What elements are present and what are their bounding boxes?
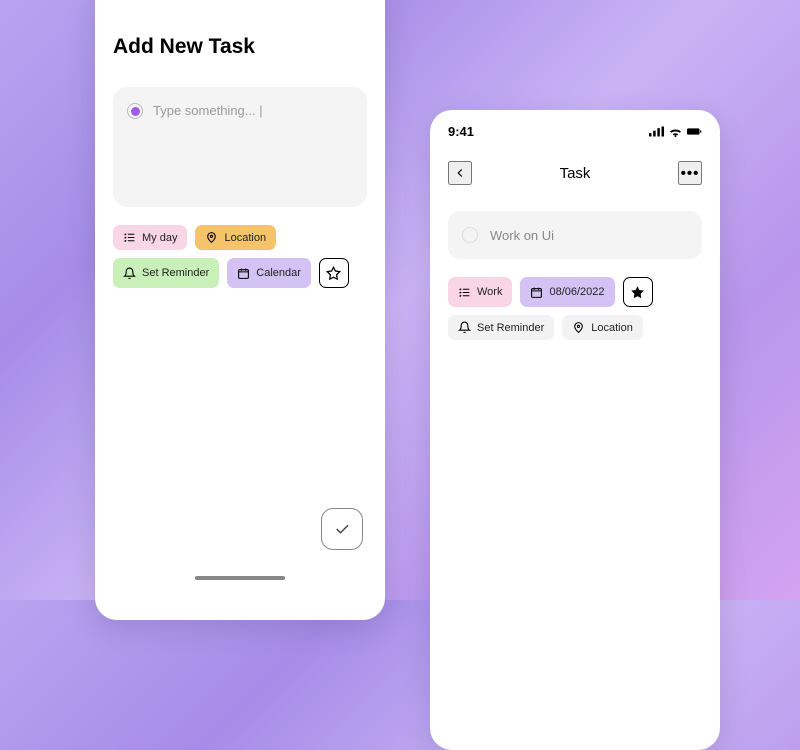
home-indicator xyxy=(195,576,285,580)
date-chip[interactable]: 08/06/2022 xyxy=(520,277,614,307)
bell-icon xyxy=(123,267,136,280)
chip-row-1b: Work 08/06/2022 xyxy=(448,277,702,307)
star-button[interactable] xyxy=(319,258,349,288)
calendar-icon xyxy=(237,267,250,280)
chip-row-2b: Set Reminder Location xyxy=(448,315,702,340)
pin-icon xyxy=(205,231,218,244)
star-filled-icon xyxy=(630,285,645,300)
nav-row: Task ••• xyxy=(448,161,702,185)
radio-indicator-icon xyxy=(127,103,143,119)
cellular-icon xyxy=(649,126,664,137)
phone-add-task: Add New Task Type something... | My day … xyxy=(95,0,385,620)
star-filled-button[interactable] xyxy=(623,277,653,307)
check-icon xyxy=(333,520,351,538)
star-outline-icon xyxy=(326,266,341,281)
reminder-chip[interactable]: Set Reminder xyxy=(113,258,219,288)
chip-row-2: Set Reminder Calendar xyxy=(113,258,367,288)
status-bar: 9:41 xyxy=(448,110,702,139)
task-input-placeholder: Type something... | xyxy=(153,103,263,118)
phone-task-detail: 9:41 Task ••• Work on Ui Work 08/06/2022 xyxy=(430,110,720,750)
battery-icon xyxy=(687,126,702,137)
chevron-left-icon xyxy=(453,166,467,180)
more-button[interactable]: ••• xyxy=(678,161,702,185)
location-chip[interactable]: Location xyxy=(195,225,276,250)
my-day-chip[interactable]: My day xyxy=(113,225,187,250)
location-chip-b[interactable]: Location xyxy=(562,315,643,340)
calendar-chip[interactable]: Calendar xyxy=(227,258,311,288)
page-title: Add New Task xyxy=(113,35,367,59)
pin-icon xyxy=(572,321,585,334)
back-button[interactable] xyxy=(448,161,472,185)
status-icons xyxy=(649,126,702,137)
work-chip[interactable]: Work xyxy=(448,277,512,307)
radio-empty-icon xyxy=(462,227,478,243)
status-time: 9:41 xyxy=(448,124,474,139)
confirm-button[interactable] xyxy=(321,508,363,550)
task-card[interactable]: Work on Ui xyxy=(448,211,702,259)
reminder-chip-b[interactable]: Set Reminder xyxy=(448,315,554,340)
chip-row-1: My day Location xyxy=(113,225,367,250)
calendar-icon xyxy=(530,286,543,299)
wifi-icon xyxy=(668,126,683,137)
task-input-card[interactable]: Type something... | xyxy=(113,87,367,207)
nav-title: Task xyxy=(560,165,591,182)
bell-icon xyxy=(458,321,471,334)
list-check-icon xyxy=(123,231,136,244)
more-icon: ••• xyxy=(681,165,700,182)
task-text: Work on Ui xyxy=(490,228,554,243)
list-check-icon xyxy=(458,286,471,299)
